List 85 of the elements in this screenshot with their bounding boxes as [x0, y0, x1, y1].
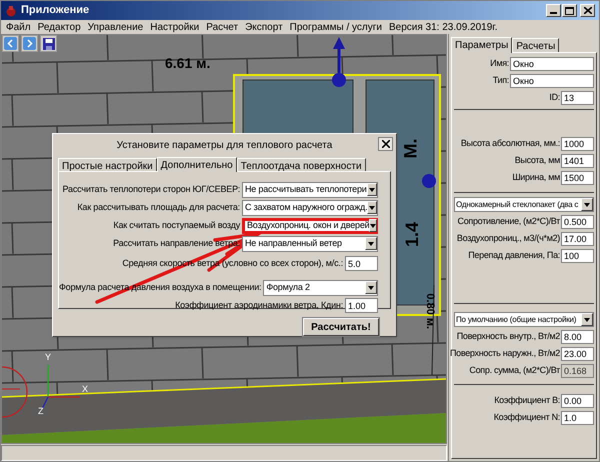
app-icon: [5, 4, 17, 16]
field-label: Перепад давления, Па:: [468, 248, 560, 262]
move-handle-icon[interactable]: [332, 37, 346, 87]
dropdown[interactable]: Однокамерный стеклопакет (два с: [454, 197, 594, 212]
dimension-label: 1.4: [401, 222, 424, 248]
tab[interactable]: Расчеты: [512, 38, 560, 52]
field-label: Имя:: [490, 56, 509, 70]
minimize-icon: [550, 12, 557, 14]
dropdown[interactable]: Воздухопрониц. окон и дверей: [242, 218, 378, 234]
dropdown[interactable]: С захватом наружного огражд.: [242, 200, 378, 216]
menu-item[interactable]: Редактор: [38, 20, 81, 34]
field-label: Как рассчитывать площадь для расчета:: [77, 200, 240, 214]
dialog-title: Установите параметры для теплового расчета: [116, 138, 332, 152]
input-field[interactable]: 1.00: [345, 298, 378, 313]
close-icon: [584, 7, 592, 14]
field-label: Воздухопрониц., м3/(ч*м2): [456, 232, 560, 245]
close-icon: [382, 140, 390, 148]
dropdown[interactable]: По умолчанию (общие настройки): [454, 312, 594, 327]
field-label: Коэффициент B:: [494, 394, 560, 407]
dropdown[interactable]: Формула 2: [263, 280, 378, 296]
input-field[interactable]: 23.00: [561, 346, 594, 360]
field-label: Ширина, мм: [512, 170, 560, 184]
input-field[interactable]: Окно: [510, 56, 594, 70]
caret-icon: [370, 224, 376, 228]
field-label: Сопр. сумма, (м2*С)/Вт: [469, 364, 560, 377]
input-field[interactable]: 0.00: [561, 394, 594, 408]
axis-label: Y: [45, 353, 52, 362]
dropdown[interactable]: Не направленный ветер: [242, 236, 378, 252]
input-field[interactable]: 5.0: [345, 256, 378, 271]
input-field[interactable]: Окно: [510, 74, 594, 88]
menu-item[interactable]: Программы / услуги: [290, 20, 382, 34]
axis-label: X: [82, 385, 88, 394]
input-field[interactable]: 1401: [561, 154, 594, 168]
back-button[interactable]: [2, 35, 19, 52]
axis-label: Z: [38, 407, 44, 416]
field-label: Коэффициент N:: [494, 410, 560, 424]
menu-item[interactable]: Управление: [88, 20, 144, 34]
input-field[interactable]: 8.00: [561, 330, 594, 344]
input-field[interactable]: 1.0: [561, 410, 594, 424]
caret-icon: [369, 206, 376, 210]
caret-icon: [584, 202, 590, 206]
menu-item[interactable]: Настройки: [150, 20, 200, 34]
maximize-button[interactable]: [562, 4, 577, 17]
field-label: Высота, мм: [514, 154, 560, 167]
menu-item[interactable]: Расчет: [206, 20, 238, 34]
field-label: Коэффициент аэродинамики ветра, Кдин:: [175, 298, 343, 312]
field-label: Формула расчета давления воздуха в помещении:: [59, 280, 262, 294]
tab[interactable]: Дополнительно: [156, 157, 237, 172]
caret-icon: [368, 188, 375, 192]
field-label: Тип:: [492, 74, 509, 87]
caret-icon: [584, 318, 590, 322]
menu-item[interactable]: Файл: [6, 20, 31, 34]
dimension-label: 6.61 м.: [165, 54, 210, 73]
save-button[interactable]: [40, 35, 57, 52]
field-label: Как считать поступаемый возду: [113, 218, 240, 232]
axes-icon: [41, 365, 80, 410]
dropdown[interactable]: Не рассчитывать теплопотери: [242, 182, 378, 198]
close-button[interactable]: [378, 137, 393, 151]
field-label: Поверхность наружн., Вт/м2: [450, 346, 560, 360]
caret-icon: [368, 286, 374, 290]
field-label: Сопротивление, (м2*С)/Вт: [458, 214, 560, 228]
input-field[interactable]: 0.500: [561, 214, 594, 228]
field-label: ID:: [549, 90, 560, 104]
field-label: Поверхность внутр., Вт/м2: [456, 330, 560, 343]
input-field[interactable]: 1500: [561, 170, 594, 184]
dimension-label: 0.80 м.: [423, 293, 438, 330]
input-field[interactable]: 13: [561, 90, 594, 104]
menu-item[interactable]: Версия 31: 23.09.2019г.: [388, 20, 498, 34]
rotation-gizmo-icon[interactable]: [2, 366, 28, 418]
input-field[interactable]: 17.00: [561, 232, 594, 246]
calculate-button[interactable]: Рассчитать!: [303, 318, 379, 336]
handle-sphere-icon[interactable]: [422, 174, 436, 188]
tab[interactable]: Теплоотдача поверхности: [236, 158, 366, 171]
input-field[interactable]: 1000: [561, 136, 594, 150]
field-label: Высота абсолютная, мм.:: [460, 136, 560, 150]
input-field[interactable]: 100: [561, 248, 594, 262]
maximize-icon: [565, 6, 574, 14]
tab[interactable]: Параметры: [451, 37, 512, 53]
field-label: Рассчитать теплопотери сторон ЮГ/СЕВЕР:: [62, 182, 240, 196]
window-title: Приложение: [21, 3, 90, 18]
tab[interactable]: Простые настройки: [58, 158, 157, 171]
menu-item[interactable]: Экспорт: [245, 20, 283, 34]
minimize-button[interactable]: [546, 4, 561, 17]
dimension-label: М.: [400, 138, 422, 158]
caret-icon: [368, 242, 374, 246]
